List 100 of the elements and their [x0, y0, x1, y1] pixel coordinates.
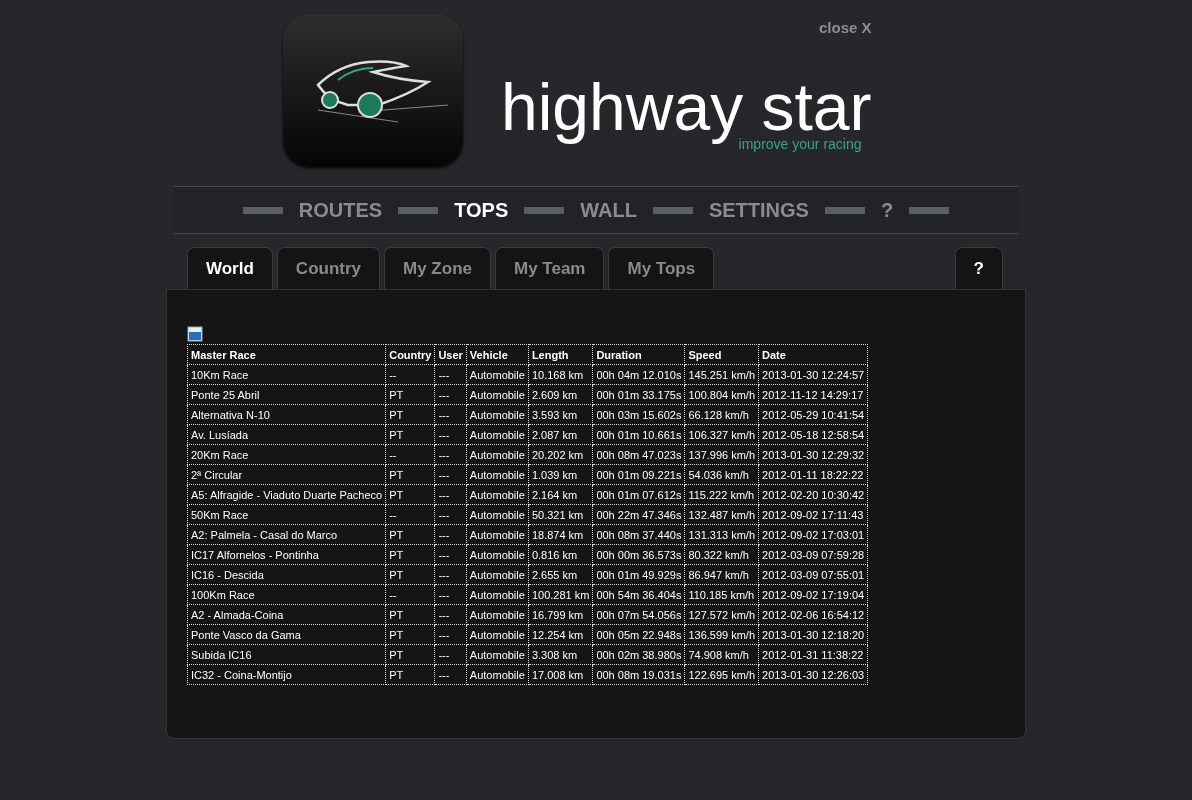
table-cell: 20Km Race: [187, 444, 386, 465]
table-cell: 3.593 km: [528, 404, 593, 425]
table-cell: 00h 05m 22.948s: [592, 624, 685, 645]
table-cell: 00h 08m 47.023s: [592, 444, 685, 465]
table-cell: 106.327 km/h: [684, 424, 759, 445]
table-cell: 127.572 km/h: [684, 604, 759, 625]
table-cell: 2012-03-09 07:59:28: [758, 544, 868, 565]
table-cell: 2012-01-11 18:22:22: [758, 464, 868, 485]
table-cell: Automobile: [466, 624, 529, 645]
table-cell: ---: [434, 604, 467, 625]
table-cell: 80.322 km/h: [684, 544, 759, 565]
nav-link[interactable]: WALL: [572, 198, 645, 222]
tab[interactable]: My Tops: [608, 247, 715, 289]
close-link[interactable]: close X: [819, 19, 872, 36]
table-cell: IC16 - Descida: [187, 564, 386, 585]
table-cell: ---: [434, 664, 467, 685]
table-cell: 2012-09-02 17:11:43: [758, 504, 868, 525]
table-cell: 100.804 km/h: [684, 384, 759, 405]
table-cell: PT: [385, 544, 435, 565]
help-tab[interactable]: ?: [954, 247, 1003, 289]
table-cell: 00h 02m 38.980s: [592, 644, 685, 665]
table-cell: 2012-09-02 17:03:01: [758, 524, 868, 545]
table-cell: 00h 22m 47.346s: [592, 504, 685, 525]
table-cell: PT: [385, 424, 435, 445]
table-cell: Automobile: [466, 464, 529, 485]
table-cell: 2.609 km: [528, 384, 593, 405]
table-cell: 2012-05-29 10:41:54: [758, 404, 868, 425]
tab[interactable]: My Zone: [384, 247, 491, 289]
nav-link[interactable]: TOPS: [446, 198, 517, 222]
tab[interactable]: My Team: [495, 247, 605, 289]
table-cell: PT: [385, 564, 435, 585]
table-cell: IC32 - Coina-Montijo: [187, 664, 386, 685]
tab[interactable]: Country: [276, 247, 381, 289]
table-cell: Av. Lusíada: [187, 424, 386, 445]
table-cell: 00h 00m 36.573s: [592, 544, 685, 565]
nav-separator: [909, 206, 950, 214]
column-header: Length: [528, 344, 593, 365]
table-cell: 54.036 km/h: [684, 464, 759, 485]
table-cell: Automobile: [466, 664, 529, 685]
column-header: Duration: [592, 344, 685, 365]
table-cell: 18.874 km: [528, 524, 593, 545]
table-cell: ---: [434, 624, 467, 645]
table-cell: ---: [434, 404, 467, 425]
table-cell: Automobile: [466, 524, 529, 545]
table-cell: PT: [385, 524, 435, 545]
table-cell: 2012-02-06 16:54:12: [758, 604, 868, 625]
table-cell: Automobile: [466, 544, 529, 565]
nav-separator: [524, 206, 565, 214]
table-cell: Ponte Vasco da Gama: [187, 624, 386, 645]
table-cell: Automobile: [466, 404, 529, 425]
table-cell: A2: Palmela - Casal do Marco: [187, 524, 386, 545]
table-cell: PT: [385, 404, 435, 425]
table-cell: 2012-03-09 07:55:01: [758, 564, 868, 585]
table-cell: ---: [434, 644, 467, 665]
nav-separator: [398, 206, 439, 214]
table-cell: 2013-01-30 12:24:57: [758, 364, 868, 385]
table-cell: PT: [385, 644, 435, 665]
table-cell: 16.799 km: [528, 604, 593, 625]
table-cell: 2013-01-30 12:18:20: [758, 624, 868, 645]
nav-separator: [652, 206, 693, 214]
nav-link[interactable]: SETTINGS: [700, 198, 817, 222]
table-cell: Automobile: [466, 424, 529, 445]
table-cell: 2.164 km: [528, 484, 593, 505]
table-cell: PT: [385, 464, 435, 485]
table-cell: 115.222 km/h: [684, 484, 759, 505]
table-cell: 132.487 km/h: [684, 504, 759, 525]
column-header: Date: [758, 344, 868, 365]
table-cell: 10Km Race: [187, 364, 386, 385]
table-cell: ---: [434, 444, 467, 465]
table-cell: 100Km Race: [187, 584, 386, 605]
table-cell: Subida IC16: [187, 644, 386, 665]
nav-link[interactable]: ?: [872, 198, 902, 222]
table-cell: 00h 01m 07.612s: [592, 484, 685, 505]
table-cell: 00h 01m 09.221s: [592, 464, 685, 485]
column-header: Speed: [684, 344, 759, 365]
table-cell: 2012-09-02 17:19:04: [758, 584, 868, 605]
table-cell: Automobile: [466, 384, 529, 405]
table-cell: 2013-01-30 12:29:32: [758, 444, 868, 465]
column-header: Country: [385, 344, 435, 365]
table-cell: --: [385, 364, 435, 385]
table-cell: 3.308 km: [528, 644, 593, 665]
nav-separator: [824, 206, 865, 214]
table-cell: 2013-01-30 12:26:03: [758, 664, 868, 685]
table-cell: Ponte 25 Abril: [187, 384, 386, 405]
table-cell: 17.008 km: [528, 664, 593, 685]
table-cell: A2 - Almada-Coina: [187, 604, 386, 625]
table-cell: Alternativa N-10: [187, 404, 386, 425]
table-cell: PT: [385, 604, 435, 625]
table-cell: 50.321 km: [528, 504, 593, 525]
table-cell: Automobile: [466, 504, 529, 525]
column-header: Master Race: [187, 344, 386, 365]
table-cell: 1.039 km: [528, 464, 593, 485]
table-cell: Automobile: [466, 564, 529, 585]
table-cell: ---: [434, 584, 467, 605]
table-cell: 00h 07m 54.056s: [592, 604, 685, 625]
nav-link[interactable]: ROUTES: [290, 198, 391, 222]
image-file-icon: [187, 326, 203, 342]
table-cell: 2012-05-18 12:58:54: [758, 424, 868, 445]
tab[interactable]: World: [187, 247, 273, 289]
table-cell: Automobile: [466, 444, 529, 465]
